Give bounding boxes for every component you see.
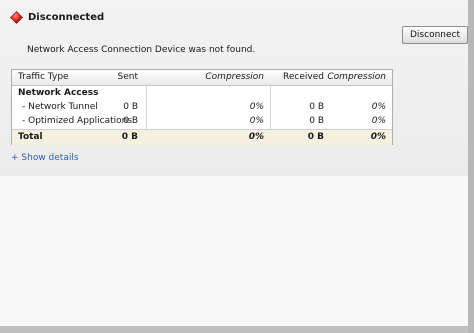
row-received: 0 B (309, 102, 324, 112)
row-sent-compression: 0% (249, 102, 264, 112)
table-group-row: Network Access (12, 86, 392, 100)
details-panel (0, 176, 468, 326)
table-row: - Optimized Applications 0 B 0% 0 B 0% (12, 114, 392, 128)
table-total-row: Total 0 B 0% 0 B 0% (12, 129, 392, 145)
header-traffic-type: Traffic Type (18, 72, 69, 82)
total-received-compression: 0% (370, 132, 386, 142)
header-sent-compression: Compression (205, 72, 264, 82)
total-received: 0 B (307, 132, 324, 142)
row-traffic-type: - Network Tunnel (22, 102, 98, 112)
red-diamond-icon (10, 11, 23, 24)
row-received-compression: 0% (371, 116, 386, 126)
total-sent-compression: 0% (248, 132, 264, 142)
header-sent: Sent (117, 72, 138, 82)
status-row: Disconnected (10, 11, 104, 24)
traffic-table: Traffic Type Sent Compression Received C… (11, 69, 393, 145)
row-traffic-type: - Optimized Applications (22, 116, 133, 126)
table-row: - Network Tunnel 0 B 0% 0 B 0% (12, 100, 392, 114)
row-received: 0 B (309, 116, 324, 126)
row-sent: 0 B (123, 102, 138, 112)
row-sent: 0 B (123, 116, 138, 126)
header-received-compression: Compression (327, 72, 386, 82)
status-message: Network Access Connection Device was not… (27, 45, 256, 55)
disconnect-button[interactable]: Disconnect (402, 26, 468, 44)
status-label: Disconnected (28, 12, 105, 23)
total-label: Total (18, 132, 43, 142)
window-border-bottom (0, 326, 468, 333)
group-label: Network Access (18, 88, 99, 98)
row-received-compression: 0% (371, 102, 386, 112)
window-border-right (468, 0, 474, 333)
row-sent-compression: 0% (249, 116, 264, 126)
total-sent: 0 B (121, 132, 138, 142)
table-header-row: Traffic Type Sent Compression Received C… (12, 70, 392, 86)
show-details-link[interactable]: + Show details (11, 153, 79, 163)
header-received: Received (283, 72, 324, 82)
